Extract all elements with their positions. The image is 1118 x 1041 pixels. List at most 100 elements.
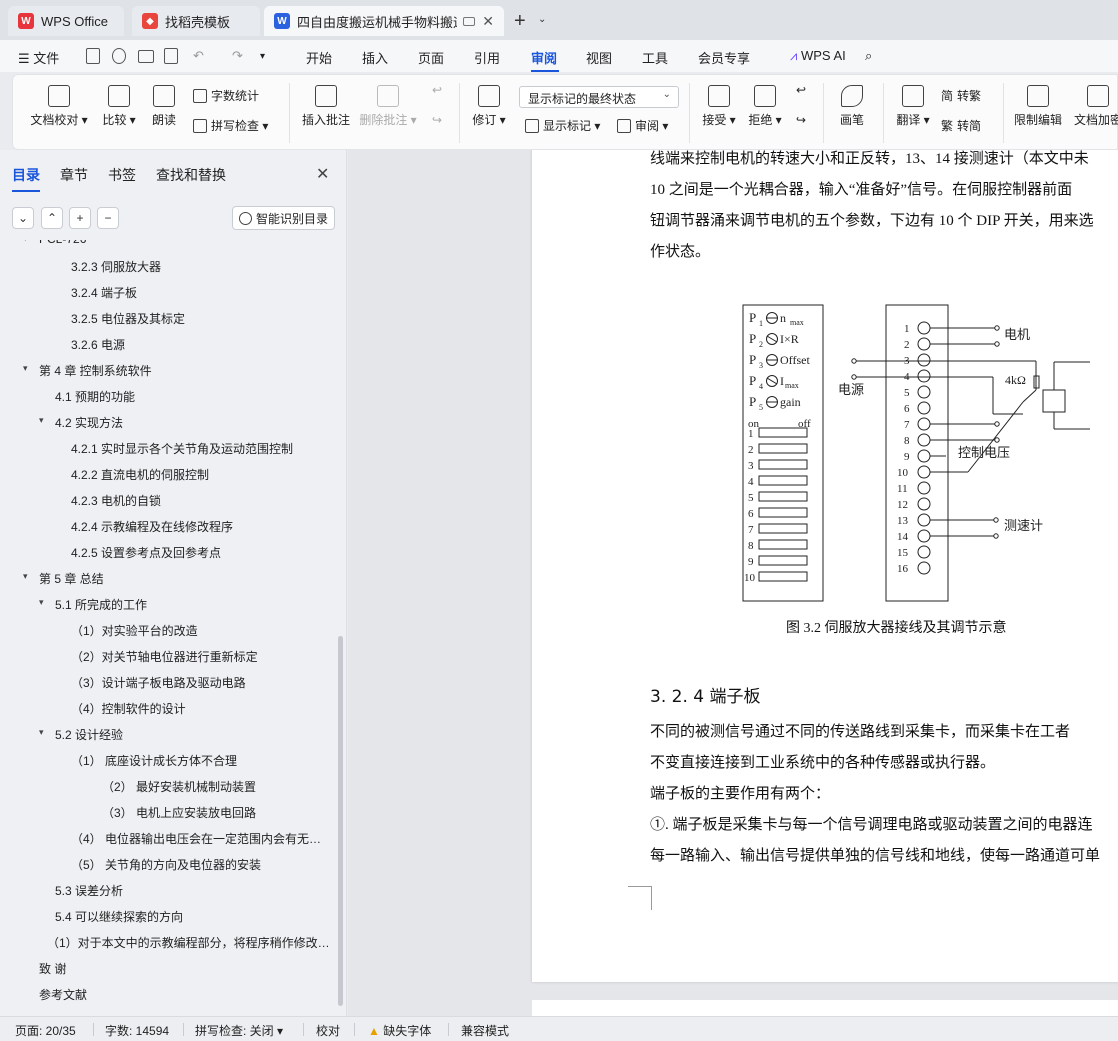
- toc-item[interactable]: 4.2.1 实时显示各个关节角及运动范围控制: [71, 440, 293, 457]
- read-aloud-button[interactable]: 朗读: [149, 85, 179, 128]
- tab-toc[interactable]: 目录: [12, 165, 40, 192]
- print-icon[interactable]: [138, 50, 154, 63]
- compare-button[interactable]: 比较 ▾: [99, 85, 139, 128]
- toc-item[interactable]: （3）设计端子板电路及驱动电路: [71, 674, 246, 691]
- chevron-down-icon[interactable]: ⌄: [538, 14, 546, 25]
- track-changes-button[interactable]: 修订 ▾: [469, 85, 509, 128]
- toc-item[interactable]: ▾ 5.1 所完成的工作: [39, 596, 147, 613]
- close-icon[interactable]: ✕: [316, 164, 329, 184]
- accept-button[interactable]: 接受 ▾: [699, 85, 739, 128]
- wps-ai-button[interactable]: ⩘ WPS AI: [790, 48, 846, 64]
- chevron-down-icon[interactable]: ▾: [260, 51, 265, 62]
- insert-comment-button[interactable]: 插入批注: [299, 85, 353, 128]
- toc-item[interactable]: 致 谢: [39, 960, 66, 977]
- previous-comment-icon[interactable]: ↩: [427, 83, 447, 97]
- toc-item[interactable]: 3.2.5 电位器及其标定: [71, 310, 185, 327]
- next-change-icon[interactable]: ↪: [791, 113, 811, 127]
- expand-caret-icon[interactable]: ▾: [39, 415, 44, 426]
- toc-item[interactable]: （1）对实验平台的改造: [71, 622, 198, 639]
- to-simplified-button[interactable]: 繁转简: [941, 117, 981, 134]
- tab-chapters[interactable]: 章节: [60, 165, 88, 185]
- menu-view[interactable]: 视图: [586, 48, 612, 67]
- review-pane-button[interactable]: 审阅 ▾: [617, 117, 668, 134]
- menu-home[interactable]: 开始: [306, 48, 332, 67]
- toc-item[interactable]: （2） 最好安装机械制动装置: [102, 778, 256, 795]
- proofread-status[interactable]: 校对: [316, 1022, 340, 1039]
- tab-document[interactable]: W 四自由度搬运机械手物料搬运 ✕: [264, 6, 504, 36]
- expand-caret-icon[interactable]: ▾: [23, 363, 28, 374]
- toc-item[interactable]: ▾ PCL-726: [23, 240, 86, 246]
- search-icon[interactable]: ⌕: [865, 48, 872, 64]
- menu-tools[interactable]: 工具: [642, 48, 668, 67]
- toc-item[interactable]: 4.2.5 设置参考点及回参考点: [71, 544, 221, 561]
- add-heading-button[interactable]: +: [69, 207, 91, 229]
- doc-encrypt-button[interactable]: 文档加密: [1071, 85, 1118, 128]
- undo-icon[interactable]: ↶: [193, 48, 204, 64]
- expand-caret-icon[interactable]: ▾: [23, 571, 28, 582]
- toc-item[interactable]: （4）控制软件的设计: [71, 700, 186, 717]
- toc-item[interactable]: ▾ 第 5 章 总结: [23, 570, 104, 587]
- previous-change-icon[interactable]: ↩: [791, 83, 811, 97]
- toc-item[interactable]: 4.1 预期的功能: [55, 388, 135, 405]
- toc-item[interactable]: 5.3 误差分析: [55, 882, 123, 899]
- close-tab-icon[interactable]: ✕: [482, 13, 494, 30]
- toc-item[interactable]: （1） 底座设计成长方体不合理: [71, 752, 237, 769]
- expand-all-button[interactable]: ⌄: [12, 207, 34, 229]
- save-icon[interactable]: [86, 48, 100, 64]
- redo-icon[interactable]: ↷: [232, 48, 243, 64]
- toc-item[interactable]: ▾ 4.2 实现方法: [39, 414, 123, 431]
- display-mode-select[interactable]: 显示标记的最终状态 ⌄: [519, 86, 679, 108]
- tab-wps-office[interactable]: W WPS Office: [8, 6, 124, 36]
- menu-references[interactable]: 引用: [474, 48, 500, 67]
- spell-check-button[interactable]: 拼写检查 ▾: [193, 117, 268, 134]
- next-comment-icon[interactable]: ↪: [427, 113, 447, 127]
- word-count-indicator[interactable]: 字数: 14594: [105, 1022, 169, 1039]
- menu-review[interactable]: 审阅: [531, 48, 557, 67]
- menu-page[interactable]: 页面: [418, 48, 444, 67]
- spell-check-status[interactable]: 拼写检查: 关闭 ▾: [195, 1022, 283, 1039]
- smart-toc-button[interactable]: 智能识别目录: [232, 206, 335, 230]
- expand-caret-icon[interactable]: ▾: [23, 240, 28, 244]
- toc-item[interactable]: 4.2.2 直流电机的伺服控制: [71, 466, 209, 483]
- toc-item[interactable]: 3.2.4 端子板: [71, 284, 137, 301]
- toc-item[interactable]: （3） 电机上应安装放电回路: [102, 804, 256, 821]
- delete-comment-button[interactable]: 删除批注 ▾: [359, 85, 417, 128]
- new-tab-icon[interactable]: +: [514, 10, 526, 33]
- toc-item[interactable]: （4） 电位器输出电压会在一定范围内会有无…: [71, 830, 321, 847]
- word-count-button[interactable]: 字数统计: [193, 87, 259, 104]
- toc-item[interactable]: 5.4 可以继续探索的方向: [55, 908, 183, 925]
- pen-button[interactable]: 画笔: [835, 85, 869, 128]
- tab-find-replace[interactable]: 查找和替换: [156, 165, 226, 185]
- menu-member[interactable]: 会员专享: [698, 48, 750, 67]
- show-markup-button[interactable]: 显示标记 ▾: [525, 117, 600, 134]
- toc-item[interactable]: （2）对关节轴电位器进行重新标定: [71, 648, 258, 665]
- to-traditional-button[interactable]: 简转繁: [941, 87, 981, 104]
- toc-item[interactable]: 4.2.3 电机的自锁: [71, 492, 161, 509]
- toc-item[interactable]: （1）对于本文中的示教编程部分，将程序稍作修改…: [47, 934, 330, 951]
- menu-insert[interactable]: 插入: [362, 48, 388, 67]
- print-preview-icon[interactable]: [164, 48, 178, 64]
- page-indicator[interactable]: 页面: 20/35: [15, 1022, 76, 1039]
- expand-caret-icon[interactable]: ▾: [39, 727, 44, 738]
- translate-button[interactable]: 翻译 ▾: [893, 85, 933, 128]
- file-menu[interactable]: ☰ 文件: [18, 48, 59, 67]
- toc-scrollbar[interactable]: [338, 636, 343, 1006]
- remove-heading-button[interactable]: −: [97, 207, 119, 229]
- tab-bookmarks[interactable]: 书签: [108, 165, 136, 185]
- toc-item[interactable]: 3.2.3 伺服放大器: [71, 258, 161, 275]
- tab-template[interactable]: ◆ 找稻壳模板: [132, 6, 260, 36]
- window-icon[interactable]: [463, 16, 475, 26]
- toc-item[interactable]: 3.2.6 电源: [71, 336, 125, 353]
- reject-button[interactable]: 拒绝 ▾: [745, 85, 785, 128]
- collapse-all-button[interactable]: ⌃: [41, 207, 63, 229]
- restrict-edit-button[interactable]: 限制编辑: [1011, 85, 1065, 128]
- doc-check-button[interactable]: 文档校对 ▾: [29, 85, 89, 128]
- toc-item[interactable]: 4.2.4 示教编程及在线修改程序: [71, 518, 233, 535]
- expand-caret-icon[interactable]: ▾: [39, 597, 44, 608]
- toc-item[interactable]: ▾ 第 4 章 控制系统软件: [23, 362, 152, 379]
- share-icon[interactable]: [112, 48, 126, 64]
- toc-item[interactable]: ▾ 5.2 设计经验: [39, 726, 123, 743]
- missing-font-status[interactable]: ▲ 缺失字体: [368, 1022, 431, 1039]
- toc-item[interactable]: （5） 关节角的方向及电位器的安装: [71, 856, 261, 873]
- toc-item[interactable]: 参考文献: [39, 986, 87, 1003]
